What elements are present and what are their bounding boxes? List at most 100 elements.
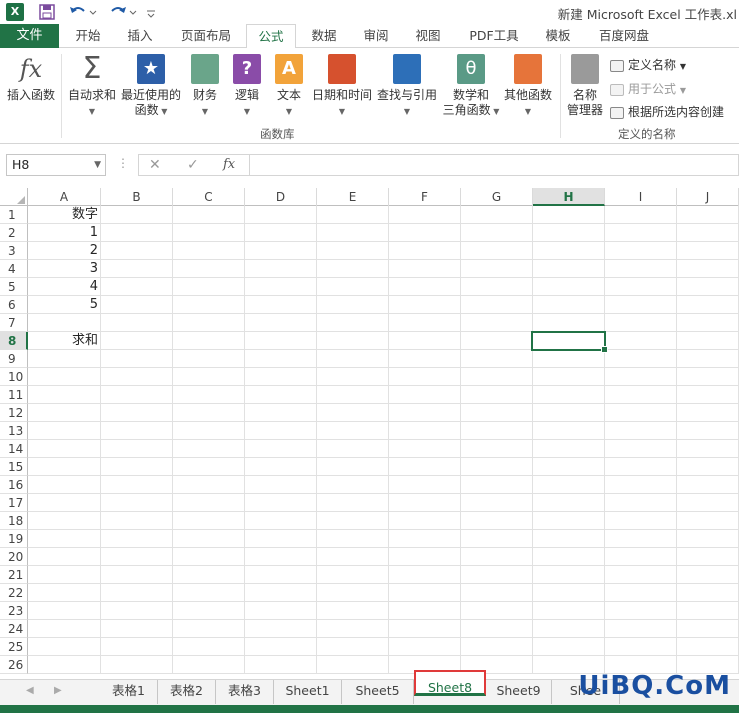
- cell[interactable]: [101, 656, 173, 674]
- cell[interactable]: [173, 278, 245, 296]
- cell[interactable]: [101, 278, 173, 296]
- cell[interactable]: [677, 206, 739, 224]
- row-header[interactable]: 12: [0, 404, 28, 422]
- use-in-formula-button[interactable]: 用于公式 ▼: [610, 80, 686, 97]
- cell[interactable]: [101, 440, 173, 458]
- cell[interactable]: 5: [28, 296, 101, 314]
- cell[interactable]: [461, 332, 533, 350]
- cell[interactable]: [389, 314, 461, 332]
- cell[interactable]: [461, 620, 533, 638]
- cell[interactable]: [677, 638, 739, 656]
- row-header[interactable]: 8: [0, 332, 28, 350]
- cell[interactable]: [173, 566, 245, 584]
- cell[interactable]: [101, 386, 173, 404]
- cell[interactable]: [677, 530, 739, 548]
- row-header[interactable]: 21: [0, 566, 28, 584]
- cell[interactable]: [173, 224, 245, 242]
- cell[interactable]: [101, 512, 173, 530]
- cell[interactable]: [245, 476, 317, 494]
- cell[interactable]: [461, 494, 533, 512]
- cell[interactable]: [461, 260, 533, 278]
- column-header-h[interactable]: H: [533, 188, 605, 206]
- cell[interactable]: [317, 494, 389, 512]
- cell[interactable]: [317, 548, 389, 566]
- cell[interactable]: [461, 278, 533, 296]
- cell[interactable]: [317, 314, 389, 332]
- cell[interactable]: [605, 584, 677, 602]
- cell[interactable]: [173, 548, 245, 566]
- cell[interactable]: [317, 224, 389, 242]
- column-header-b[interactable]: B: [101, 188, 173, 206]
- cell[interactable]: 1: [28, 224, 101, 242]
- cell[interactable]: [605, 620, 677, 638]
- cell[interactable]: [605, 314, 677, 332]
- cell[interactable]: [173, 440, 245, 458]
- cell[interactable]: [461, 386, 533, 404]
- cell[interactable]: [461, 548, 533, 566]
- cell[interactable]: [101, 422, 173, 440]
- cell[interactable]: [101, 368, 173, 386]
- redo-icon[interactable]: [108, 3, 138, 21]
- cell[interactable]: [245, 530, 317, 548]
- cell[interactable]: [533, 476, 605, 494]
- cancel-icon[interactable]: ✕: [149, 157, 161, 173]
- cell[interactable]: [677, 566, 739, 584]
- row-header[interactable]: 11: [0, 386, 28, 404]
- cell[interactable]: [677, 602, 739, 620]
- tab-page-layout[interactable]: 页面布局: [174, 24, 238, 48]
- cell[interactable]: [605, 296, 677, 314]
- cell[interactable]: [533, 584, 605, 602]
- cell[interactable]: [101, 350, 173, 368]
- cell[interactable]: [677, 476, 739, 494]
- cell[interactable]: [389, 404, 461, 422]
- row-header[interactable]: 24: [0, 620, 28, 638]
- row-header[interactable]: 9: [0, 350, 28, 368]
- row-header[interactable]: 4: [0, 260, 28, 278]
- cell[interactable]: [28, 566, 101, 584]
- cell[interactable]: [389, 206, 461, 224]
- cell[interactable]: [533, 332, 605, 350]
- cell[interactable]: [389, 332, 461, 350]
- cell[interactable]: [28, 350, 101, 368]
- row-header[interactable]: 26: [0, 656, 28, 674]
- file-tab[interactable]: 文件: [0, 24, 59, 48]
- create-from-selection-button[interactable]: 根据所选内容创建: [610, 103, 724, 120]
- cell[interactable]: [317, 350, 389, 368]
- cell[interactable]: [677, 350, 739, 368]
- more-functions-button[interactable]: 其他函数 ▼: [502, 54, 554, 119]
- cell[interactable]: [533, 368, 605, 386]
- cell[interactable]: [317, 656, 389, 674]
- insert-function-icon[interactable]: fx: [223, 157, 235, 172]
- cell[interactable]: [677, 314, 739, 332]
- cell[interactable]: [533, 242, 605, 260]
- cell[interactable]: [533, 458, 605, 476]
- cell[interactable]: [677, 512, 739, 530]
- cell[interactable]: [605, 368, 677, 386]
- row-header[interactable]: 2: [0, 224, 28, 242]
- cell[interactable]: [677, 386, 739, 404]
- cell[interactable]: [389, 476, 461, 494]
- cell[interactable]: [677, 224, 739, 242]
- cell[interactable]: [173, 206, 245, 224]
- cell[interactable]: [245, 314, 317, 332]
- sheet-tab-表格3[interactable]: 表格3: [216, 680, 274, 704]
- cell[interactable]: [677, 548, 739, 566]
- cell[interactable]: [101, 332, 173, 350]
- cell[interactable]: [317, 458, 389, 476]
- cell[interactable]: [101, 566, 173, 584]
- cell[interactable]: [389, 368, 461, 386]
- cell[interactable]: [677, 242, 739, 260]
- cell[interactable]: [389, 548, 461, 566]
- cell[interactable]: [605, 476, 677, 494]
- cell[interactable]: [605, 350, 677, 368]
- row-header[interactable]: 22: [0, 584, 28, 602]
- cell[interactable]: [173, 368, 245, 386]
- cell[interactable]: [245, 494, 317, 512]
- cell[interactable]: [173, 620, 245, 638]
- tab-review[interactable]: 审阅: [356, 24, 396, 48]
- column-header-d[interactable]: D: [245, 188, 317, 206]
- cell[interactable]: [533, 638, 605, 656]
- cell[interactable]: [245, 512, 317, 530]
- column-header-c[interactable]: C: [173, 188, 245, 206]
- cell[interactable]: [389, 512, 461, 530]
